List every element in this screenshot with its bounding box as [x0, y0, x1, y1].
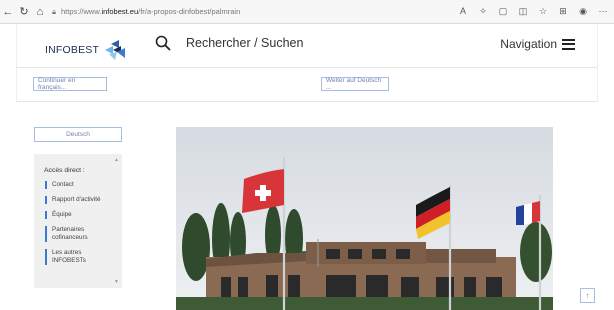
navigation-label: Navigation [500, 37, 557, 51]
logo-icon [105, 40, 126, 60]
direct-access-list: Contact Rapport d'activité Équipe Parten… [45, 181, 115, 272]
navigation-button[interactable]: Navigation [500, 37, 575, 51]
hamburger-menu-icon [562, 38, 575, 50]
lock-icon: 🔒︎ [52, 6, 56, 16]
direct-access-title: Accès direct : [44, 167, 85, 174]
scroll-down-icon[interactable]: ▼ [114, 279, 119, 285]
sidebar-item-activity-report[interactable]: Rapport d'activité [45, 196, 115, 204]
tab-icon[interactable]: ▢ [496, 4, 510, 18]
search-icon [155, 35, 171, 51]
page: ← ↻ ⌂ 🔒︎ https://www. infobest.eu/fr/a-pr… [0, 0, 614, 310]
favorites-icon[interactable]: ☆ [536, 4, 550, 18]
collections-icon[interactable]: ⊞ [556, 4, 570, 18]
url-domain: infobest.eu [101, 7, 139, 16]
logo-text: INFOBEST [45, 44, 100, 56]
read-aloud-icon[interactable]: A [456, 4, 470, 18]
scroll-up-icon[interactable]: ▲ [114, 157, 119, 163]
language-bar: Continuer en français... Weiter auf Deut… [16, 68, 598, 102]
back-to-top-button[interactable]: ↑ [580, 288, 595, 303]
more-icon[interactable]: ⋯ [596, 4, 610, 18]
continue-french-button[interactable]: Continuer en français... [33, 77, 107, 91]
direct-access-panel: ▲ Accès direct : Contact Rapport d'activ… [34, 154, 122, 288]
deutsch-button[interactable]: Deutsch [34, 127, 122, 142]
address-bar[interactable]: 🔒︎ https://www. infobest.eu/fr/a-propos-d… [52, 4, 240, 20]
url-path: /fr/a-propos-dinfobest/palmrain [138, 7, 241, 16]
url-prefix: https://www. [61, 7, 102, 16]
refresh-icon[interactable]: ↻ [16, 4, 32, 20]
sidebar-item-contact[interactable]: Contact [45, 181, 115, 189]
continue-german-button[interactable]: Weiter auf Deutsch ... [321, 77, 389, 91]
hero-image [176, 127, 553, 310]
search-trigger[interactable]: Rechercher / Suchen [155, 35, 303, 51]
extensions-icon[interactable]: ✧ [476, 4, 490, 18]
sidebar-item-team[interactable]: Équipe [45, 211, 115, 219]
browser-toolbar: ← ↻ ⌂ 🔒︎ https://www. infobest.eu/fr/a-pr… [0, 0, 614, 24]
home-icon[interactable]: ⌂ [32, 4, 48, 20]
sidebar-item-other-infobests[interactable]: Les autres INFOBESTs [45, 249, 115, 265]
site-header: INFOBEST Rechercher / Suchen Navigation [16, 24, 598, 68]
profile-icon[interactable]: ◉ [576, 4, 590, 18]
sidebar-item-cofunding-partners[interactable]: Partenaires cofinanceurs [45, 226, 115, 242]
browser-actions: A ✧ ▢ ◫ ☆ ⊞ ◉ ⋯ [456, 4, 610, 18]
back-icon[interactable]: ← [0, 4, 16, 20]
sidebar-icon[interactable]: ◫ [516, 4, 530, 18]
infobest-logo[interactable]: INFOBEST [45, 38, 127, 62]
search-label: Rechercher / Suchen [186, 36, 304, 50]
